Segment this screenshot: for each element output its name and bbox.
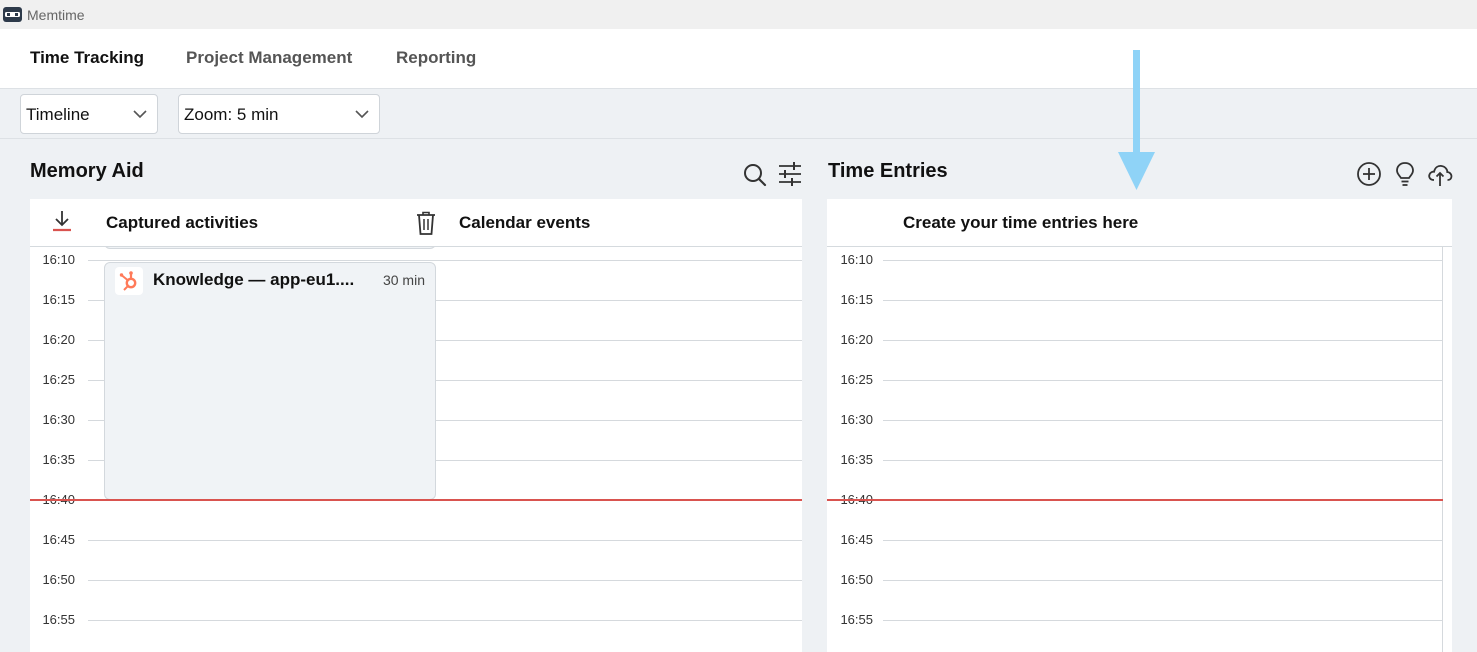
time-label: 16:25 [42, 372, 75, 387]
activity-title: Knowledge — app-eu1.... [153, 270, 355, 289]
current-time-indicator [827, 499, 1443, 501]
time-label: 16:20 [840, 332, 873, 347]
current-time-indicator [30, 499, 802, 501]
captured-activities-label: Captured activities [106, 213, 259, 232]
title-bar: Memtime [0, 0, 1477, 29]
time-label: 16:55 [42, 612, 75, 627]
memory-aid-columns-header: Captured activities Calendar events [30, 199, 802, 247]
time-label: 16:35 [840, 452, 873, 467]
tab-project-management[interactable]: Project Management [186, 48, 352, 68]
view-select-value: Timeline [26, 105, 90, 124]
timeline-gridline [883, 260, 1443, 261]
time-label: 16:30 [840, 412, 873, 427]
time-label: 16:30 [42, 412, 75, 427]
create-time-entries-label: Create your time entries here [903, 213, 1139, 232]
time-label: 16:20 [42, 332, 75, 347]
download-icon[interactable] [50, 209, 74, 233]
add-circle-icon[interactable] [1356, 161, 1382, 187]
time-entries-columns-header: Create your time entries here [827, 199, 1452, 247]
timeline-gridline [88, 580, 802, 581]
time-label: 16:25 [840, 372, 873, 387]
tab-reporting[interactable]: Reporting [396, 48, 476, 68]
timeline-gridline [88, 620, 802, 621]
tab-time-tracking[interactable]: Time Tracking [30, 48, 144, 68]
lightbulb-icon[interactable] [1392, 161, 1418, 187]
time-entries-panel[interactable]: Create your time entries here 16:10 16:15… [827, 199, 1452, 652]
memtime-logo-icon [3, 7, 22, 22]
time-label: 16:50 [840, 572, 873, 587]
timeline-gridline [883, 300, 1443, 301]
chevron-down-icon [355, 110, 369, 119]
timeline-gridline [883, 460, 1443, 461]
time-label: 16:10 [42, 252, 75, 267]
main-nav: Time Tracking Project Management Reporti… [0, 29, 1477, 89]
timeline-gridline [883, 420, 1443, 421]
time-label: 16:15 [42, 292, 75, 307]
timeline-gridline [88, 260, 802, 261]
toolbar: Timeline Zoom: 5 min [0, 89, 1477, 139]
timeline-gridline [883, 380, 1443, 381]
calendar-events-label: Calendar events [459, 213, 591, 232]
activity-duration: 30 min [382, 272, 425, 288]
time-label: 16:15 [840, 292, 873, 307]
time-label: 16:35 [42, 452, 75, 467]
view-select[interactable]: Timeline [20, 94, 158, 134]
time-label: 16:50 [42, 572, 75, 587]
chevron-down-icon [133, 110, 147, 119]
timeline-gridline [88, 540, 802, 541]
filter-sliders-icon[interactable] [777, 161, 803, 187]
zoom-select-value: Zoom: 5 min [184, 105, 279, 124]
scrollbar-track[interactable] [1442, 247, 1443, 652]
timeline-gridline [883, 620, 1443, 621]
time-label: 16:45 [840, 532, 873, 547]
zoom-select[interactable]: Zoom: 5 min [178, 94, 380, 134]
memory-aid-title: Memory Aid [30, 160, 144, 182]
time-label: 16:45 [42, 532, 75, 547]
cloud-upload-icon[interactable] [1427, 161, 1453, 187]
trash-icon[interactable] [414, 210, 438, 236]
time-label: 16:55 [840, 612, 873, 627]
time-label: 16:10 [840, 252, 873, 267]
timeline-gridline [883, 580, 1443, 581]
timeline-gridline [883, 340, 1443, 341]
search-icon[interactable] [742, 162, 768, 188]
hubspot-icon [115, 267, 143, 295]
captured-activity-block[interactable]: Knowledge — app-eu1.... 30 min [104, 262, 436, 500]
memory-aid-panel: Captured activities Calendar events Know… [30, 199, 802, 652]
app-title: Memtime [27, 7, 85, 23]
arrow-down-icon [1118, 50, 1155, 190]
timeline-gridline [883, 540, 1443, 541]
time-entries-title: Time Entries [828, 160, 948, 182]
